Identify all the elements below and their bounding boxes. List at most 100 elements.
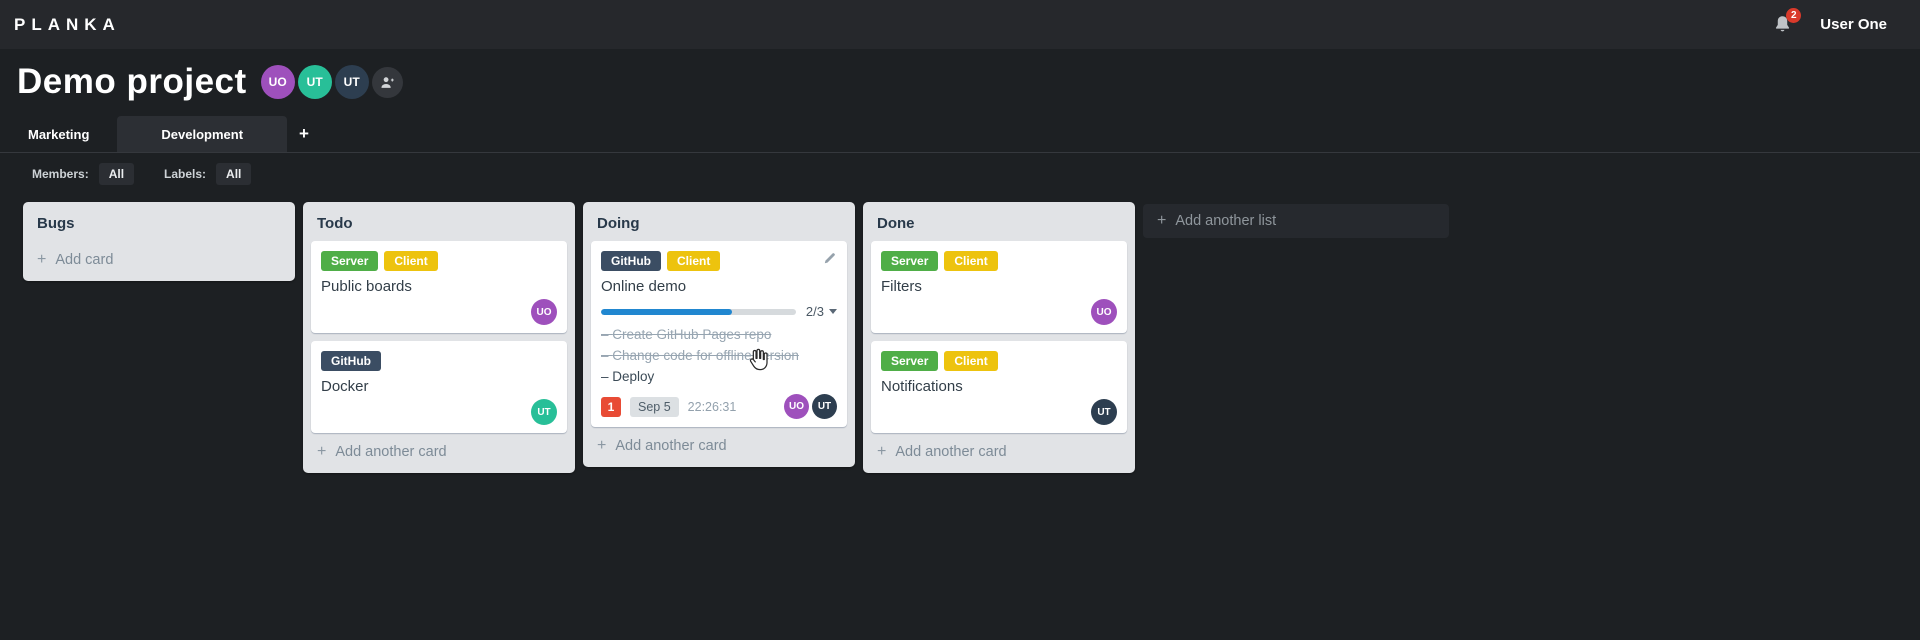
filter-bar: Members: All Labels: All [32,163,1920,185]
add-card-button[interactable]: + Add another card [303,433,575,469]
label-server[interactable]: Server [881,351,939,371]
board-tabs: Marketing Development + [0,116,1920,153]
top-bar: PLANKA 2 User One [0,0,1920,49]
avatar[interactable]: UT [297,65,332,99]
card-title: Public boards [321,278,412,295]
add-card-button[interactable]: + Add another card [583,427,855,463]
task-item[interactable]: – Change code for offline version [601,345,837,366]
plus-icon: + [37,251,47,268]
task-text: Create GitHub Pages repo [612,327,772,342]
plus-icon: + [597,437,607,454]
card-labels: Server Client [881,251,1117,271]
user-menu[interactable]: User One [1820,16,1887,33]
avatar[interactable]: UO [531,299,557,325]
avatar[interactable]: UT [812,394,837,419]
list-name[interactable]: Done [863,202,1135,241]
plus-icon: + [877,443,887,460]
progress-count: 2/3 [805,304,824,319]
card-members: UT [881,399,1117,425]
app-logo[interactable]: PLANKA [14,15,121,35]
label-client[interactable]: Client [384,251,438,271]
cards-container: Server Client Filters UO Server Client N… [863,241,1135,433]
notifications-button[interactable]: 2 [1772,7,1802,37]
add-member-button[interactable] [371,66,403,98]
add-card-button[interactable]: + Add another card [863,433,1135,469]
task-bullet: – [601,369,609,384]
tab-development[interactable]: Development [117,116,288,152]
card-title: Docker [321,378,369,395]
card-members: UT [321,399,557,425]
tasks-progress: 2/3 [601,304,837,319]
task-item[interactable]: – Create GitHub Pages repo [601,324,837,345]
chevron-down-icon [829,309,837,314]
card-public-boards[interactable]: Server Client Public boards UO [311,241,567,333]
label-server[interactable]: Server [321,251,379,271]
card-filters[interactable]: Server Client Filters UO [871,241,1127,333]
card-title: Filters [881,278,922,295]
task-text: Change code for offline version [612,348,799,363]
list-bugs: Bugs + Add card [23,202,295,281]
due-date-chip[interactable]: Sep 5 [630,396,679,417]
label-server[interactable]: Server [881,251,939,271]
avatar[interactable]: UT [1091,399,1117,425]
card-notification-badge: 1 [601,396,621,417]
add-card-button[interactable]: + Add card [23,241,295,277]
label-github[interactable]: GitHub [321,351,381,371]
avatar[interactable]: UO [1091,299,1117,325]
person-add-icon [381,76,394,88]
card-notifications[interactable]: Server Client Notifications UT [871,341,1127,433]
project-members: UO UT UT [260,65,403,99]
avatar[interactable]: UT [334,65,369,99]
board: Bugs + Add card Todo Server Client Publi… [23,202,1920,473]
plus-icon: + [317,443,327,460]
avatar[interactable]: UO [260,65,295,99]
edit-card-button[interactable] [822,251,837,271]
list-todo: Todo Server Client Public boards UO GitH… [303,202,575,473]
project-header: Demo project UO UT UT [17,62,1920,102]
task-bullet: – [601,348,609,363]
add-list-button[interactable]: + Add another list [1143,204,1449,238]
tab-marketing[interactable]: Marketing [0,116,117,152]
card-labels: GitHub [321,351,557,371]
add-list-label: Add another list [1175,213,1277,229]
add-card-label: Add another card [335,444,447,460]
label-client[interactable]: Client [944,251,998,271]
cards-container: Server Client Public boards UO GitHub Do… [303,241,575,433]
members-filter-value[interactable]: All [98,163,135,185]
list-name[interactable]: Bugs [23,202,295,241]
card-docker[interactable]: GitHub Docker UT [311,341,567,433]
progress-fill [601,308,732,315]
label-github[interactable]: GitHub [601,251,661,271]
page-title[interactable]: Demo project [17,62,247,102]
task-list: – Create GitHub Pages repo – Change code… [601,324,837,387]
card-online-demo[interactable]: GitHub Client Online demo 2/3 – Create G… [591,241,847,427]
label-client[interactable]: Client [944,351,998,371]
card-labels: Server Client [881,351,1117,371]
plus-icon: + [1157,212,1167,229]
topbar-right: 2 User One [1772,7,1887,37]
pencil-icon [824,253,835,264]
card-labels: GitHub Client [601,251,837,271]
avatar[interactable]: UT [531,399,557,425]
label-client[interactable]: Client [667,251,721,271]
add-card-label: Add another card [615,438,727,454]
card-title: Notifications [881,378,963,395]
notification-badge: 2 [1786,7,1802,23]
add-board-button[interactable]: + [287,116,321,152]
add-card-label: Add card [55,252,114,268]
add-card-label: Add another card [895,444,1007,460]
list-doing: Doing GitHub Client Online demo 2/3 – Cr… [583,202,855,467]
task-item[interactable]: – Deploy [601,366,837,387]
card-title: Online demo [601,278,687,295]
card-meta: 1 Sep 5 22:26:31 UO UT [601,394,837,419]
labels-filter-label: Labels: [164,167,207,181]
progress-toggle[interactable]: 2/3 [806,304,837,319]
timer-value[interactable]: 22:26:31 [688,400,737,414]
task-bullet: – [601,327,609,342]
task-text: Deploy [612,369,655,384]
list-name[interactable]: Doing [583,202,855,241]
avatar[interactable]: UO [784,394,809,419]
list-name[interactable]: Todo [303,202,575,241]
list-done: Done Server Client Filters UO Server Cli… [863,202,1135,473]
labels-filter-value[interactable]: All [216,163,252,185]
